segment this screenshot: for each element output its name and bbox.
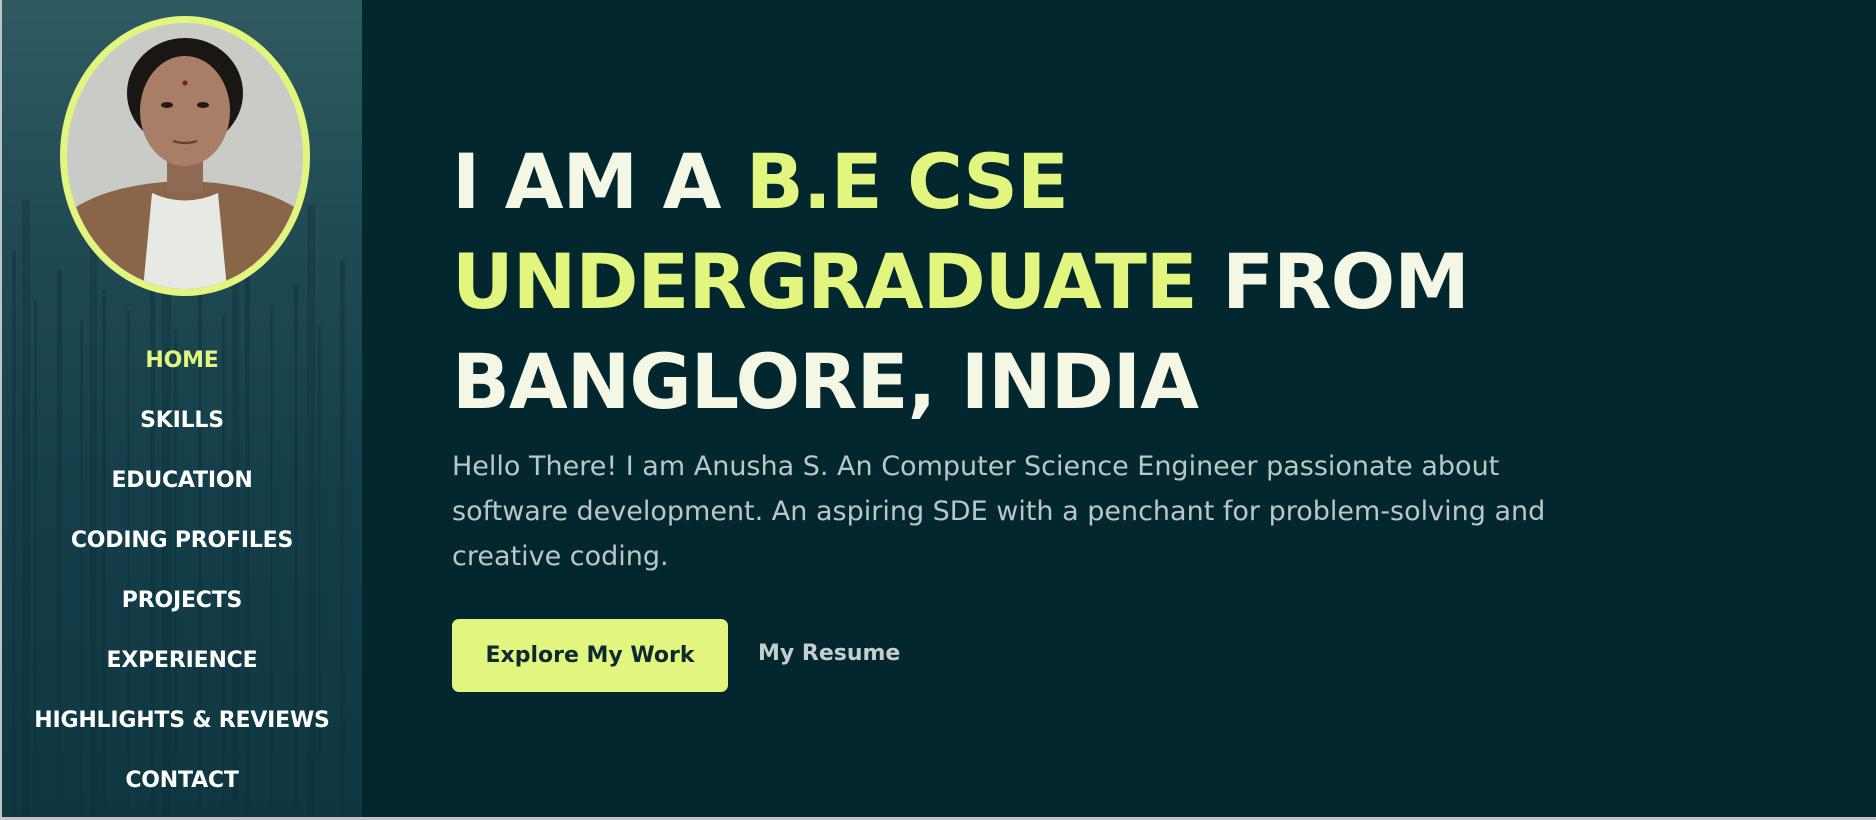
page-frame: HOME SKILLS EDUCATION CODING PROFILES PR… [2, 0, 1876, 817]
main-nav: HOME SKILLS EDUCATION CODING PROFILES PR… [2, 330, 362, 810]
profile-photo-icon [67, 23, 303, 289]
hero-headline: I AM A B.E CSE UNDERGRADUATE FROM BANGLO… [452, 132, 1602, 432]
hero-intro: Hello There! I am Anusha S. An Computer … [452, 451, 1546, 572]
hero-actions: Explore My Work My Resume [452, 619, 1602, 692]
avatar [60, 16, 310, 296]
nav-item-skills[interactable]: SKILLS [2, 390, 362, 450]
headline-part1: I AM A [452, 137, 746, 226]
nav-item-coding-profiles[interactable]: CODING PROFILES [2, 510, 362, 570]
nav-item-contact[interactable]: CONTACT [2, 750, 362, 810]
nav-item-experience[interactable]: EXPERIENCE [2, 630, 362, 690]
sidebar: HOME SKILLS EDUCATION CODING PROFILES PR… [2, 0, 362, 817]
resume-link[interactable]: My Resume [758, 641, 900, 666]
nav-item-projects[interactable]: PROJECTS [2, 570, 362, 630]
nav-item-home[interactable]: HOME [2, 330, 362, 390]
nav-item-highlights-reviews[interactable]: HIGHLIGHTS & REVIEWS [2, 690, 362, 750]
nav-item-education[interactable]: EDUCATION [2, 450, 362, 510]
hero-section: I AM A B.E CSE UNDERGRADUATE FROM BANGLO… [452, 132, 1602, 692]
explore-work-button[interactable]: Explore My Work [452, 619, 728, 692]
